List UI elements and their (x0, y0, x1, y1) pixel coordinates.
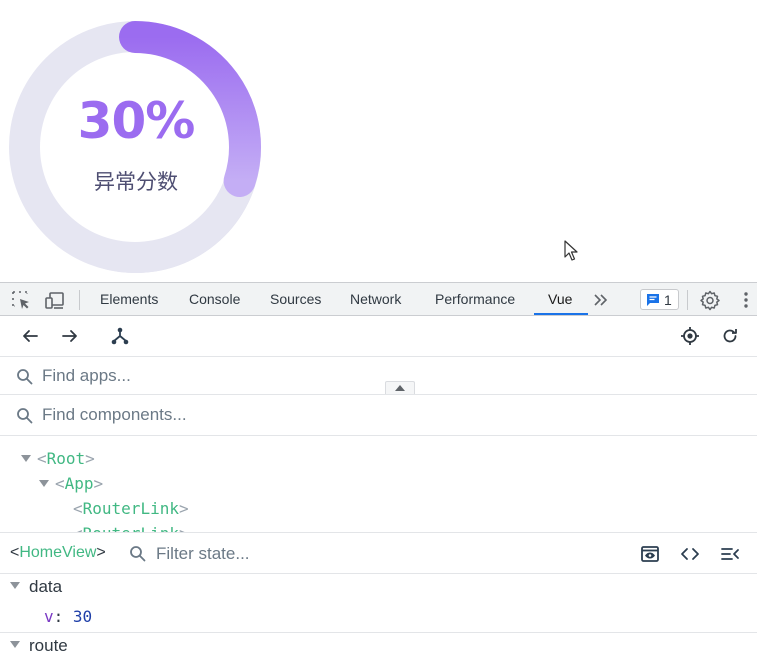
open-in-editor-code-icon[interactable] (680, 544, 700, 564)
mouse-cursor-icon (564, 240, 578, 261)
search-icon (130, 546, 146, 562)
more-tabs-chevron-icon[interactable] (590, 289, 612, 311)
tree-node-root[interactable]: <Root> (21, 447, 95, 471)
component-tree: <Root> <App> <RouterLink> <RouterLink> (0, 436, 757, 532)
more-options-kebab-icon[interactable] (735, 289, 757, 311)
tab-elements[interactable]: Elements (100, 283, 158, 315)
tree-node-routerlink[interactable]: <RouterLink> (73, 497, 189, 521)
tab-console[interactable]: Console (189, 283, 240, 315)
message-icon (647, 294, 659, 306)
forward-arrow-icon[interactable] (60, 326, 80, 346)
devtools-tab-bar: Elements Console Sources Network Perform… (0, 282, 757, 316)
selected-component-name: <HomeView> (10, 544, 106, 561)
tab-network[interactable]: Network (350, 283, 401, 315)
tab-performance[interactable]: Performance (435, 283, 515, 315)
expand-caret-icon[interactable] (39, 480, 49, 487)
gauge-label: 异常分数 (94, 170, 178, 194)
find-apps-input[interactable] (42, 363, 642, 389)
find-components-input[interactable] (42, 402, 642, 428)
collapse-apps-toggle[interactable] (385, 381, 415, 394)
expand-caret-icon[interactable] (21, 455, 31, 462)
search-icon (17, 408, 33, 424)
collapse-all-icon[interactable] (720, 544, 740, 564)
page-viewport: 30% 异常分数 (0, 0, 757, 282)
issues-button[interactable]: 1 (640, 289, 679, 310)
inspect-element-icon[interactable] (10, 289, 32, 311)
vue-devtools-toolbar (0, 316, 757, 357)
toolbar-separator (79, 290, 80, 310)
find-apps-row (0, 357, 757, 395)
scroll-to-component-eye-icon[interactable] (640, 544, 660, 564)
tree-node-app[interactable]: <App> (39, 472, 103, 496)
settings-gear-icon[interactable] (699, 289, 721, 311)
toolbar-separator (687, 290, 688, 310)
caret-up-icon (395, 385, 405, 391)
component-tree-icon[interactable] (110, 326, 130, 346)
property-value[interactable]: 30 (73, 607, 92, 626)
find-components-row (0, 395, 757, 436)
state-property-row[interactable]: v: 30 (44, 604, 92, 630)
state-section-data[interactable]: data (0, 574, 757, 600)
property-colon: : (53, 607, 64, 626)
search-icon (17, 369, 33, 385)
gauge-value: 30% (77, 92, 196, 150)
device-toolbar-icon[interactable] (44, 289, 66, 311)
property-key: v (44, 607, 54, 626)
expand-caret-icon[interactable] (10, 582, 20, 589)
tab-sources[interactable]: Sources (270, 283, 321, 315)
filter-state-input[interactable] (156, 541, 616, 567)
refresh-icon[interactable] (720, 326, 740, 346)
inspector-header: <HomeView> (0, 532, 757, 574)
tree-node-routerlink[interactable]: <RouterLink> (73, 522, 189, 532)
back-arrow-icon[interactable] (20, 326, 40, 346)
tab-vue[interactable]: Vue (548, 283, 572, 315)
active-tab-indicator (534, 313, 588, 315)
select-component-target-icon[interactable] (680, 326, 700, 346)
expand-caret-icon[interactable] (10, 641, 20, 648)
issues-count: 1 (664, 292, 672, 308)
state-section-route[interactable]: route (0, 633, 757, 659)
